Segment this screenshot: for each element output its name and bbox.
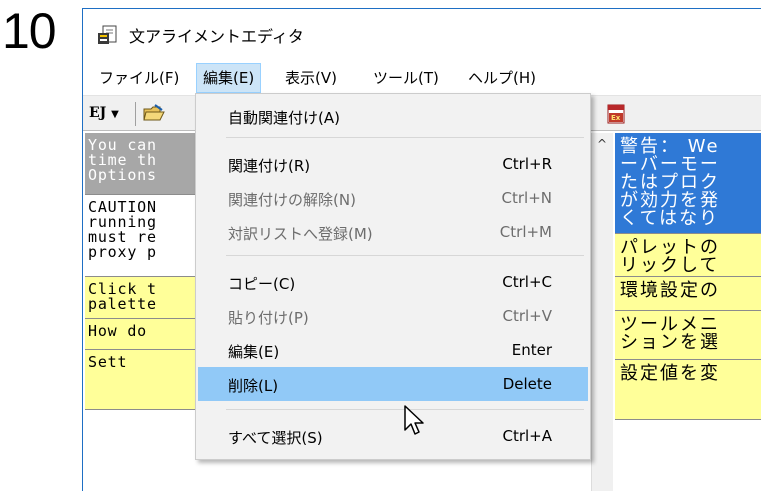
menu-item-copy[interactable]: コピー(C) Ctrl+C — [198, 265, 588, 299]
menu-bar: ファイル(F) 編集(E) 表示(V) ツール(T) ヘルプ(H) — [83, 63, 761, 93]
menu-item-paste[interactable]: 貼り付け(P) Ctrl+V — [198, 299, 588, 333]
menu-item-auto-link[interactable]: 自動関連付け(A) — [198, 99, 588, 133]
vertical-scrollbar[interactable]: ^ — [591, 133, 613, 491]
menu-item-unlink[interactable]: 関連付けの解除(N) Ctrl+N — [198, 181, 588, 215]
menu-item-edit[interactable]: 編集(E) Enter — [198, 333, 588, 367]
segment-row[interactable]: 設定値を変 — [615, 360, 761, 420]
ej-direction-button[interactable]: EJ ▼ — [89, 105, 119, 121]
dropdown-arrow-icon[interactable]: ▼ — [111, 109, 119, 120]
toolbar-separator — [135, 102, 136, 126]
japanese-segment-pane[interactable]: 警告： We ーバーモー たはプロク が効力を発 くてはなり パレットの リック… — [615, 133, 761, 491]
mouse-pointer-icon — [404, 405, 424, 435]
svg-text:Ex: Ex — [611, 114, 621, 122]
menu-separator — [226, 255, 584, 256]
menu-help[interactable]: ヘルプ(H) — [462, 63, 542, 93]
excel-export-icon[interactable]: Ex — [607, 104, 625, 124]
app-document-icon — [98, 25, 117, 44]
step-number: 10 — [2, 3, 57, 59]
title-bar: 文アライメントエディタ — [83, 9, 761, 61]
menu-item-link[interactable]: 関連付け(R) Ctrl+R — [198, 147, 588, 181]
menu-item-register-bilingual[interactable]: 対訳リストへ登録(M) Ctrl+M — [198, 215, 588, 249]
edit-menu-dropdown: 自動関連付け(A) 関連付け(R) Ctrl+R 関連付けの解除(N) Ctrl… — [195, 93, 591, 460]
segment-row[interactable]: 環境設定の — [615, 277, 761, 311]
menu-item-select-all[interactable]: すべて選択(S) Ctrl+A — [198, 419, 588, 453]
segment-row[interactable]: パレットの リックして — [615, 234, 761, 277]
menu-separator — [226, 137, 584, 138]
menu-edit[interactable]: 編集(E) — [196, 63, 262, 93]
menu-file[interactable]: ファイル(F) — [93, 63, 185, 93]
menu-view[interactable]: 表示(V) — [279, 63, 343, 93]
segment-row[interactable]: 警告： We ーバーモー たはプロク が効力を発 くてはなり — [615, 133, 761, 234]
menu-item-delete[interactable]: 削除(L) Delete — [198, 367, 588, 401]
window-title: 文アライメントエディタ — [129, 27, 304, 46]
scroll-up-arrow-icon[interactable]: ^ — [597, 137, 607, 151]
menu-tools[interactable]: ツール(T) — [367, 63, 445, 93]
ej-label: EJ — [89, 105, 107, 121]
segment-row[interactable]: ツールメニ ションを選 — [615, 311, 761, 360]
folder-icon[interactable] — [143, 104, 165, 122]
